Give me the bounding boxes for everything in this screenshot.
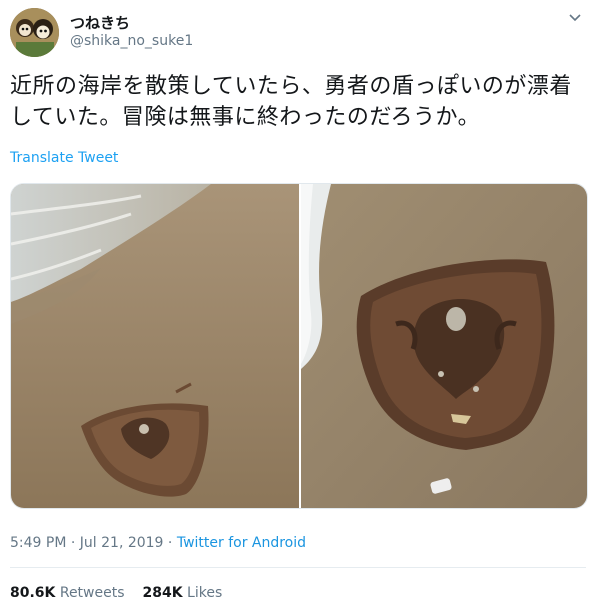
retweets-label: Retweets — [59, 585, 125, 601]
translate-tweet-link[interactable]: Translate Tweet — [10, 150, 118, 166]
tweet-stats: 80.6K Retweets 284K Likes — [10, 585, 222, 601]
likes-label: Likes — [187, 585, 223, 601]
tweet-metadata: 5:49 PM · Jul 21, 2019 · Twitter for And… — [10, 535, 306, 551]
likes-count: 284K — [142, 585, 183, 601]
chevron-down-icon[interactable] — [568, 10, 582, 24]
tweet-text-line: していた。冒険は無事に終わったのだろうか。 — [10, 105, 481, 130]
photo-1[interactable] — [11, 184, 299, 509]
separator: · — [66, 535, 80, 551]
retweets-stat[interactable]: 80.6K Retweets — [10, 585, 125, 601]
tweet-media — [10, 183, 588, 509]
tweet-date[interactable]: Jul 21, 2019 — [80, 535, 164, 551]
likes-stat[interactable]: 284K Likes — [143, 585, 223, 601]
user-handle[interactable]: @shika_no_suke1 — [70, 33, 193, 49]
tweet-time[interactable]: 5:49 PM — [10, 535, 66, 551]
tweet-header: つねきち @shika_no_suke1 — [10, 8, 586, 58]
tweet-text-line: 近所の海岸を散策していたら、勇者の盾っぽいのが漂着 — [10, 74, 572, 99]
display-name[interactable]: つねきち — [70, 12, 130, 33]
tweet-source-link[interactable]: Twitter for Android — [177, 535, 306, 551]
avatar[interactable] — [10, 8, 59, 57]
divider — [10, 567, 586, 568]
photo-2[interactable] — [301, 184, 588, 509]
separator: · — [163, 535, 177, 551]
retweets-count: 80.6K — [10, 585, 56, 601]
tweet-text: 近所の海岸を散策していたら、勇者の盾っぽいのが漂着 していた。冒険は無事に終わっ… — [10, 71, 586, 133]
